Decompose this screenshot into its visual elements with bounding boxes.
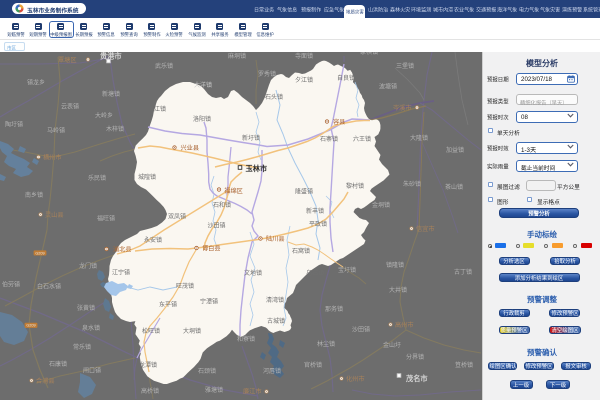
svg-text:博白县: 博白县 xyxy=(202,245,221,253)
svg-text:兴业县: 兴业县 xyxy=(181,144,200,152)
svg-text:寺面镇: 寺面镇 xyxy=(295,52,313,60)
svg-text:陶圩镇: 陶圩镇 xyxy=(5,121,23,129)
svg-text:江宁镇: 江宁镇 xyxy=(112,269,130,277)
svg-text:常乐镇: 常乐镇 xyxy=(73,343,91,351)
svg-text:分界镇: 分界镇 xyxy=(406,353,424,361)
svg-text:高州市: 高州市 xyxy=(395,321,414,329)
svg-text:覃塘区: 覃塘区 xyxy=(58,56,77,64)
svg-text:石寨镇: 石寨镇 xyxy=(320,135,338,143)
svg-text:高桥镇: 高桥镇 xyxy=(141,387,159,395)
svg-text:石窝镇: 石窝镇 xyxy=(292,247,310,255)
svg-text:城隍镇: 城隍镇 xyxy=(138,173,156,181)
svg-text:象棋镇: 象棋镇 xyxy=(360,52,378,56)
svg-text:福旺镇: 福旺镇 xyxy=(97,215,115,223)
svg-text:玉林市: 玉林市 xyxy=(246,164,268,173)
svg-text:金山圩: 金山圩 xyxy=(383,341,401,349)
svg-text:河唇镇: 河唇镇 xyxy=(263,367,281,375)
svg-text:古城镇: 古城镇 xyxy=(267,317,285,325)
svg-text:新塘镇: 新塘镇 xyxy=(102,90,120,98)
svg-text:贵港市: 贵港市 xyxy=(100,52,122,61)
svg-text:文地镇: 文地镇 xyxy=(244,269,262,277)
svg-text:双凤镇: 双凤镇 xyxy=(168,213,186,221)
svg-text:容县: 容县 xyxy=(333,118,345,126)
svg-text:信宜市: 信宜市 xyxy=(416,225,435,233)
svg-text:洛阳镇: 洛阳镇 xyxy=(193,115,211,123)
svg-text:石和镇: 石和镇 xyxy=(213,201,231,209)
svg-text:茶山镇: 茶山镇 xyxy=(445,183,463,191)
svg-text:乐民镇: 乐民镇 xyxy=(88,174,106,182)
svg-text:东平镇: 东平镇 xyxy=(159,301,177,309)
svg-text:大岭乡: 大岭乡 xyxy=(95,112,113,120)
svg-text:宁潭镇: 宁潭镇 xyxy=(200,298,218,306)
svg-text:林尘镇: 林尘镇 xyxy=(317,340,335,348)
svg-text:化州市: 化州市 xyxy=(346,375,365,383)
svg-text:龙潭镇: 龙潭镇 xyxy=(139,361,157,369)
svg-text:沙田镇: 沙田镇 xyxy=(208,222,226,230)
svg-text:白石水镇: 白石水镇 xyxy=(37,283,61,291)
svg-text:湛江镇: 湛江镇 xyxy=(148,105,166,113)
svg-text:雅塘镇: 雅塘镇 xyxy=(205,386,223,394)
svg-text:平政镇: 平政镇 xyxy=(309,220,327,228)
svg-text:沙田镇: 沙田镇 xyxy=(352,326,370,334)
svg-text:隆盛镇: 隆盛镇 xyxy=(295,188,313,196)
svg-text:G209: G209 xyxy=(26,324,35,328)
svg-text:泉水镇: 泉水镇 xyxy=(82,324,100,332)
svg-text:大隆镇: 大隆镇 xyxy=(410,134,428,142)
svg-text:麻垌镇: 麻垌镇 xyxy=(228,52,246,60)
svg-text:石颈镇: 石颈镇 xyxy=(198,367,216,375)
svg-text:石头镇: 石头镇 xyxy=(265,93,283,101)
svg-text:大洋镇: 大洋镇 xyxy=(194,81,212,89)
svg-text:镇龙乡: 镇龙乡 xyxy=(27,79,45,87)
svg-text:岑溪市: 岑溪市 xyxy=(393,104,412,112)
svg-text:云表镇: 云表镇 xyxy=(61,103,79,111)
svg-text:那务镇: 那务镇 xyxy=(325,305,343,313)
svg-text:夕江镇: 夕江镇 xyxy=(295,76,313,84)
svg-text:金垌镇: 金垌镇 xyxy=(372,201,390,209)
svg-text:六王镇: 六王镇 xyxy=(353,135,371,143)
svg-text:朱砂镇: 朱砂镇 xyxy=(403,180,421,188)
svg-text:笪桥镇: 笪桥镇 xyxy=(455,361,473,369)
svg-text:宝圩镇: 宝圩镇 xyxy=(338,266,356,274)
svg-text:和寮镇: 和寮镇 xyxy=(237,335,255,343)
svg-text:闸口镇: 闸口镇 xyxy=(83,367,101,375)
svg-text:木梓镇: 木梓镇 xyxy=(106,125,124,133)
svg-text:石康镇: 石康镇 xyxy=(49,360,67,368)
svg-text:福绵区: 福绵区 xyxy=(224,187,243,195)
svg-text:南乡镇: 南乡镇 xyxy=(25,191,43,199)
svg-text:廉江市: 廉江市 xyxy=(243,388,262,396)
svg-text:茂名市: 茂名市 xyxy=(405,374,428,383)
svg-text:大井镇: 大井镇 xyxy=(389,286,407,294)
svg-text:自良镇: 自良镇 xyxy=(337,74,355,82)
svg-text:永安镇: 永安镇 xyxy=(144,236,162,244)
svg-text:黎村镇: 黎村镇 xyxy=(346,182,364,190)
svg-text:三堡镇: 三堡镇 xyxy=(396,62,414,70)
svg-text:官桥镇: 官桥镇 xyxy=(304,361,322,369)
svg-text:武乐镇: 武乐镇 xyxy=(155,62,173,70)
svg-text:大垌镇: 大垌镇 xyxy=(183,327,201,335)
svg-text:镇隆镇: 镇隆镇 xyxy=(386,261,404,269)
svg-text:乌石镇: 乌石镇 xyxy=(306,269,324,277)
svg-text:罗秀镇: 罗秀镇 xyxy=(258,70,276,78)
svg-text:灵山县: 灵山县 xyxy=(45,211,64,219)
svg-text:古丁镇: 古丁镇 xyxy=(454,268,472,276)
svg-text:松旺镇: 松旺镇 xyxy=(142,327,160,335)
svg-text:横州市: 横州市 xyxy=(43,154,62,162)
svg-text:G209: G209 xyxy=(35,251,44,255)
svg-text:陆川县: 陆川县 xyxy=(266,235,285,243)
svg-text:新圩镇: 新圩镇 xyxy=(242,134,260,142)
svg-text:浦北县: 浦北县 xyxy=(113,246,132,254)
svg-text:清湾镇: 清湾镇 xyxy=(266,296,284,304)
svg-text:加益镇: 加益镇 xyxy=(446,146,464,154)
svg-text:张黄镇: 张黄镇 xyxy=(77,304,95,312)
svg-text:伯劳镇: 伯劳镇 xyxy=(2,281,20,289)
svg-text:新丰镇: 新丰镇 xyxy=(306,207,324,215)
svg-text:龙门镇: 龙门镇 xyxy=(79,262,97,270)
svg-text:马岭镇: 马岭镇 xyxy=(47,127,65,135)
svg-text:旺茂镇: 旺茂镇 xyxy=(176,282,194,290)
svg-text:波塘镇: 波塘镇 xyxy=(379,83,397,91)
svg-text:合浦县: 合浦县 xyxy=(36,377,55,385)
